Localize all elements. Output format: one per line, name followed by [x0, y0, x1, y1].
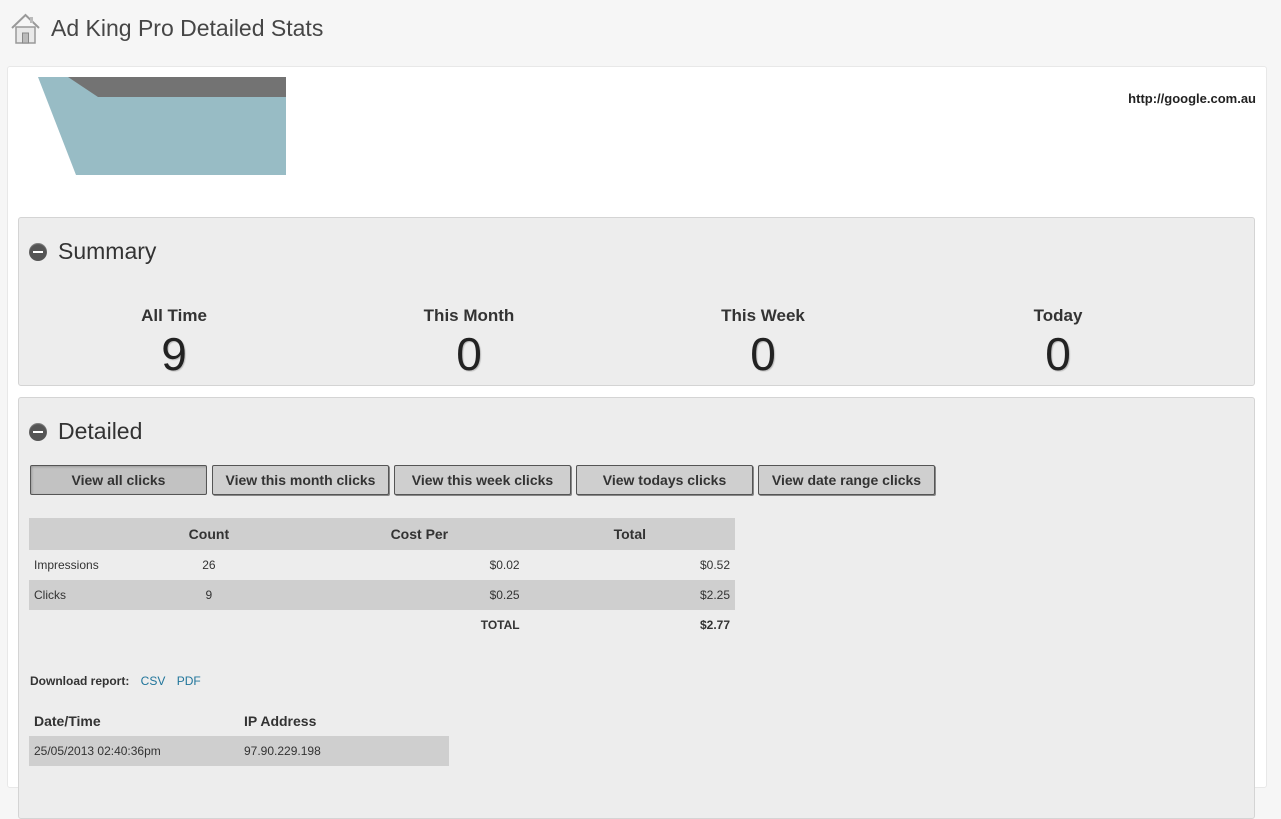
stat-all-time: All Time 9 — [74, 306, 274, 377]
view-month-clicks-button[interactable]: View this month clicks — [212, 465, 389, 495]
download-pdf-link[interactable]: PDF — [177, 674, 201, 688]
page-title: Ad King Pro Detailed Stats — [51, 14, 324, 41]
table-row: 25/05/2013 02:40:36pm 97.90.229.198 — [29, 736, 449, 766]
ad-url: http://google.com.au — [1128, 91, 1256, 106]
table-total-row: TOTAL $2.77 — [29, 610, 735, 640]
clicks-table: Date/Time IP Address 25/05/2013 02:40:36… — [29, 706, 449, 766]
stat-value: 0 — [1045, 328, 1071, 380]
column-header: Cost Per — [314, 518, 525, 550]
stat-label: This Month — [423, 306, 515, 325]
datetime-cell: 25/05/2013 02:40:36pm — [29, 736, 239, 766]
total-value: $2.77 — [699, 618, 730, 632]
view-date-range-clicks-button[interactable]: View date range clicks — [758, 465, 935, 495]
ip-cell: 97.90.229.198 — [239, 736, 449, 766]
home-icon — [11, 13, 40, 44]
detailed-panel: Detailed View all clicks View this month… — [18, 397, 1255, 819]
cost-per-cell: $0.25 — [314, 580, 525, 610]
stats-table: Count Cost Per Total Impressions 26 $0.0… — [29, 518, 735, 640]
table-header-row: Count Cost Per Total — [29, 518, 735, 550]
page-header: Ad King Pro Detailed Stats — [10, 10, 323, 46]
table-row: Clicks 9 $0.25 $2.25 — [29, 580, 735, 610]
cost-per-cell: $0.02 — [489, 558, 520, 572]
filter-button-row: View all clicks View this month clicks V… — [30, 465, 940, 495]
total-cell: $2.25 — [524, 580, 735, 610]
stat-label: Today — [1033, 306, 1083, 325]
view-week-clicks-button[interactable]: View this week clicks — [394, 465, 571, 495]
detailed-header[interactable]: Detailed — [29, 418, 142, 445]
summary-panel: Summary All Time 9 This Month 0 This Wee… — [18, 217, 1255, 386]
row-label: Clicks — [29, 580, 104, 610]
collapse-icon[interactable] — [29, 242, 47, 261]
column-header: Count — [103, 518, 315, 550]
ad-stats-box: http://google.com.au Summary All Time 9 … — [7, 66, 1267, 819]
summary-header[interactable]: Summary — [29, 238, 156, 265]
column-header: Total — [524, 518, 735, 550]
download-csv-link[interactable]: CSV — [141, 674, 166, 688]
column-header — [29, 518, 104, 550]
total-cell: $0.52 — [699, 558, 730, 572]
view-today-clicks-button[interactable]: View todays clicks — [576, 465, 753, 495]
summary-title: Summary — [58, 238, 157, 264]
table-header-row: Date/Time IP Address — [29, 706, 449, 736]
stat-value: 0 — [750, 328, 776, 380]
row-label: Impressions — [34, 558, 99, 572]
table-row: Impressions 26 $0.02 $0.52 — [29, 550, 735, 580]
stat-this-month: This Month 0 — [369, 306, 569, 377]
count-cell: 9 — [103, 580, 315, 610]
stat-today: Today 0 — [958, 306, 1158, 377]
download-label: Download report: — [30, 674, 130, 688]
stat-this-week: This Week 0 — [663, 306, 863, 377]
total-label: TOTAL — [480, 618, 520, 632]
count-cell: 26 — [202, 558, 216, 572]
view-all-clicks-button[interactable]: View all clicks — [30, 465, 207, 495]
stat-value: 0 — [456, 328, 482, 380]
download-report: Download report: CSV PDF — [30, 674, 201, 688]
stat-label: This Week — [721, 306, 805, 325]
collapse-icon[interactable] — [29, 422, 47, 441]
column-header: Date/Time — [34, 713, 101, 729]
detailed-title: Detailed — [58, 418, 143, 444]
stat-value: 9 — [161, 328, 187, 380]
column-header: IP Address — [244, 713, 317, 729]
stat-label: All Time — [141, 306, 207, 325]
ad-banner-image — [38, 77, 286, 175]
